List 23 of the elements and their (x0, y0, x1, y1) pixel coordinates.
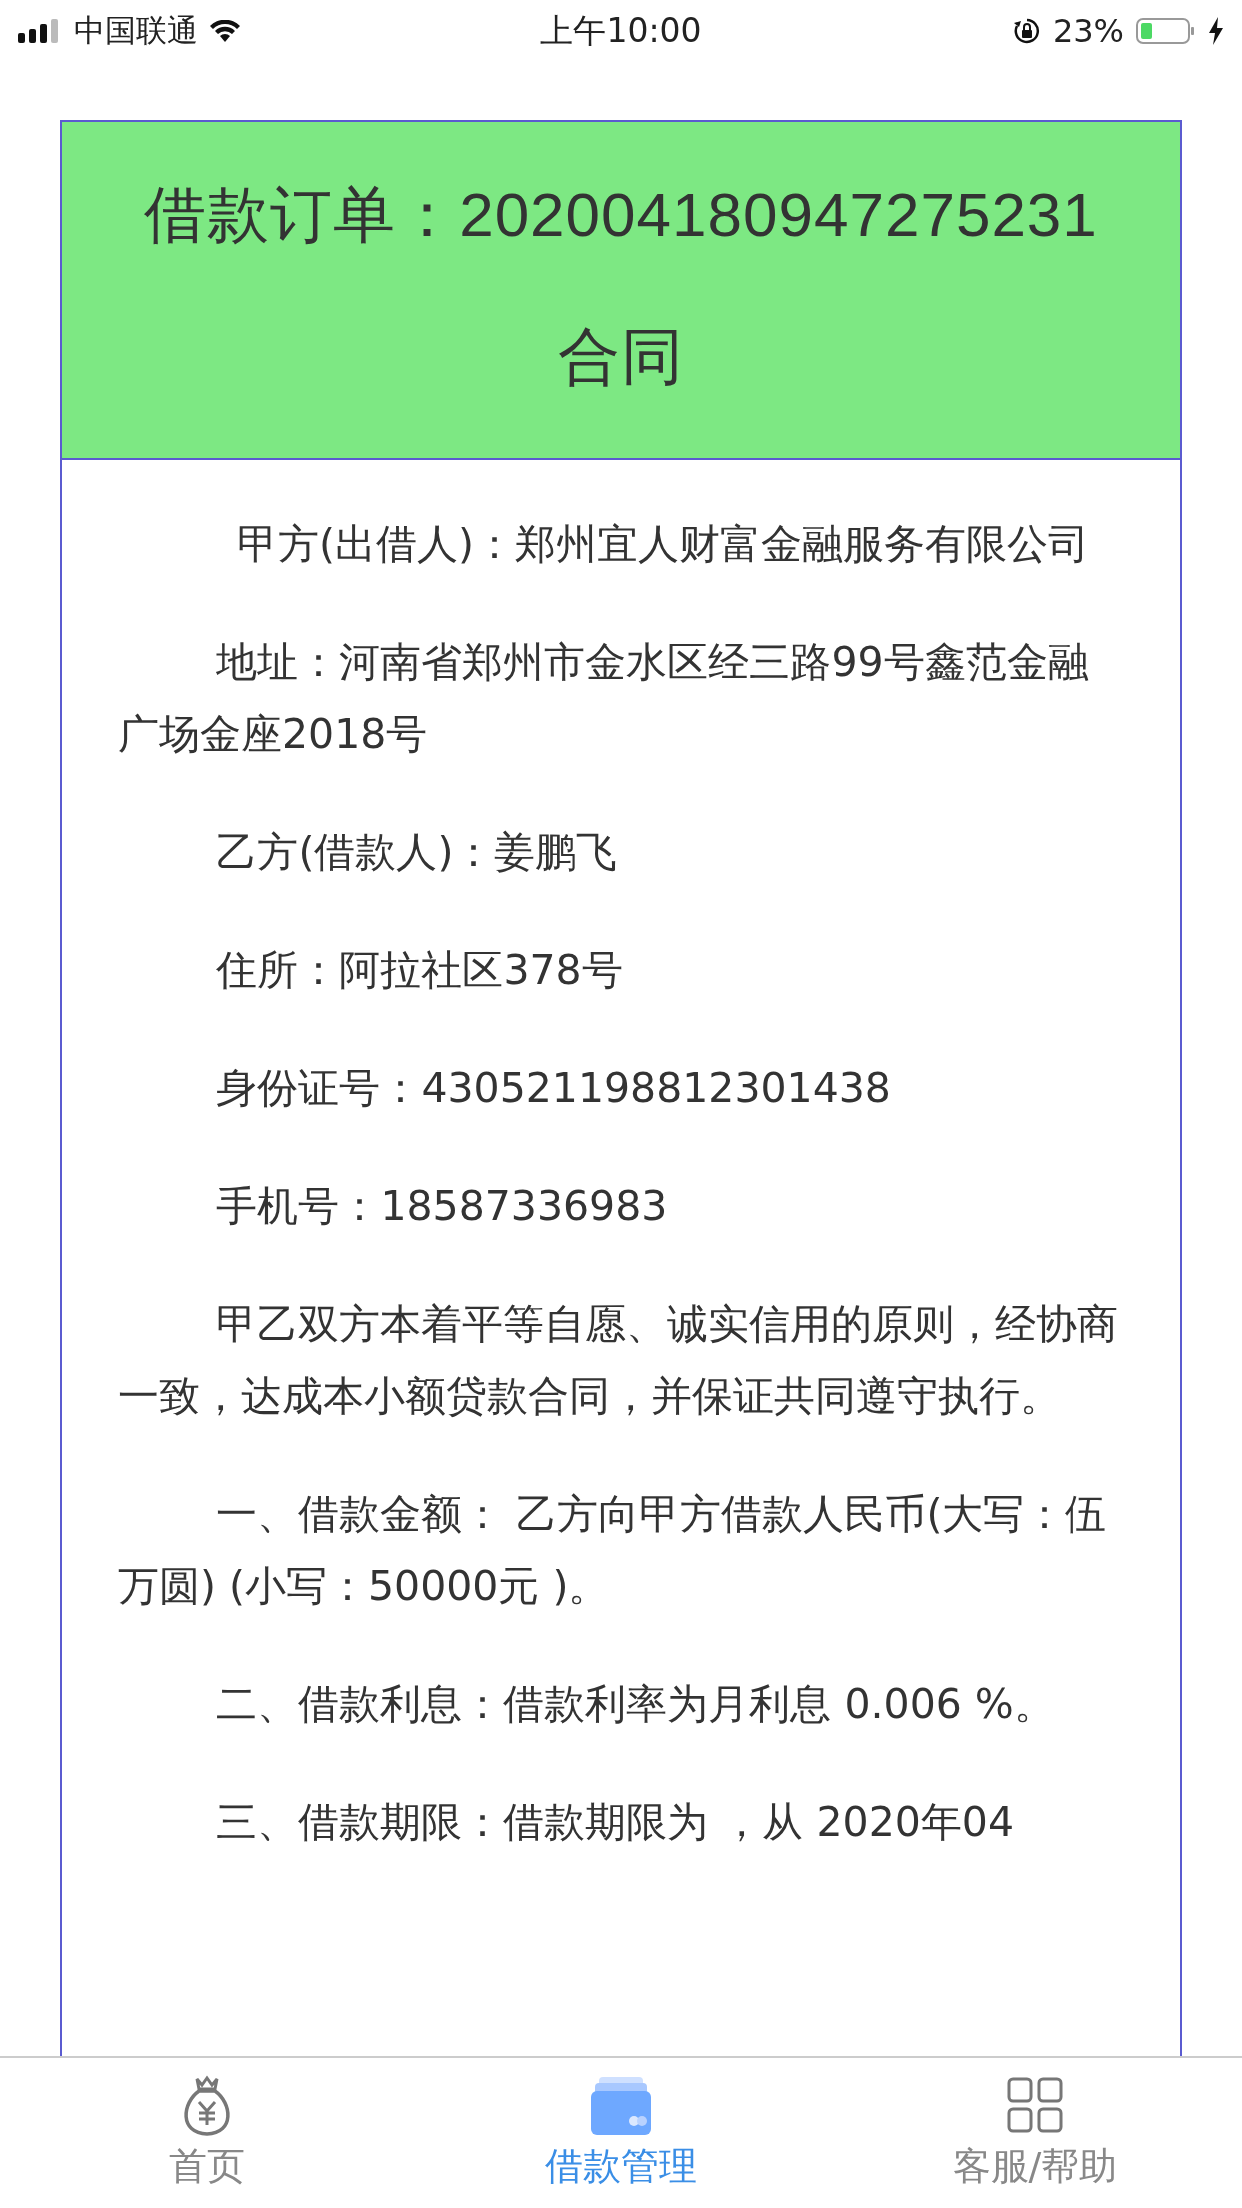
contract-paragraph: 乙方(借款人)：姜鹏飞 (215, 827, 619, 878)
wifi-icon (210, 20, 240, 42)
rotation-lock-icon (1012, 17, 1041, 45)
contract-title: 借款订单：202004180947275231 (143, 179, 1099, 251)
contract-paragraph: 地址：河南省郑州市金水区经三路99号鑫范金融广场金座2018号 (118, 637, 1090, 760)
contract-paragraph: 手机号：18587336983 (215, 1181, 669, 1232)
tab-item[interactable]: 借款管理 (471, 2058, 771, 2208)
status-time: 上午10:00 (540, 9, 702, 52)
card-stack-icon (591, 2074, 651, 2137)
carrier-name: 中国联通 (74, 11, 198, 50)
contract-paragraph: 甲乙双方本着平等自愿、诚实信用的原则，经协商一致，达成本小额贷款合同，并保证共同遵守执行。 (118, 1299, 1120, 1422)
tab-item[interactable]: 首页 (57, 2058, 357, 2208)
battery-percent: 23% (1052, 12, 1124, 50)
contract-title: 合同 (557, 321, 685, 393)
contract-paragraph: 身份证号：430521198812301438 (215, 1063, 892, 1114)
contract-paragraph: 一、借款金额： 乙方向甲方借款人民币(大写：伍万圆) (小写：50000元 )。 (118, 1489, 1108, 1612)
contract-paragraph: 三、借款期限：借款期限为 ，从 2020年04 (215, 1797, 1015, 1848)
contract-paragraph: 二、借款利息：借款利率为月利息 0.006 %。 (215, 1679, 1056, 1730)
contract-paragraph: 甲方(出借人)：郑州宜人财富金融服务有限公司 (235, 519, 1090, 570)
tab-item[interactable]: 客服/帮助 (885, 2058, 1185, 2208)
charging-icon (1208, 17, 1224, 45)
contract-paragraph: 住所：阿拉社区378号 (215, 945, 624, 996)
battery-icon (1136, 18, 1196, 44)
